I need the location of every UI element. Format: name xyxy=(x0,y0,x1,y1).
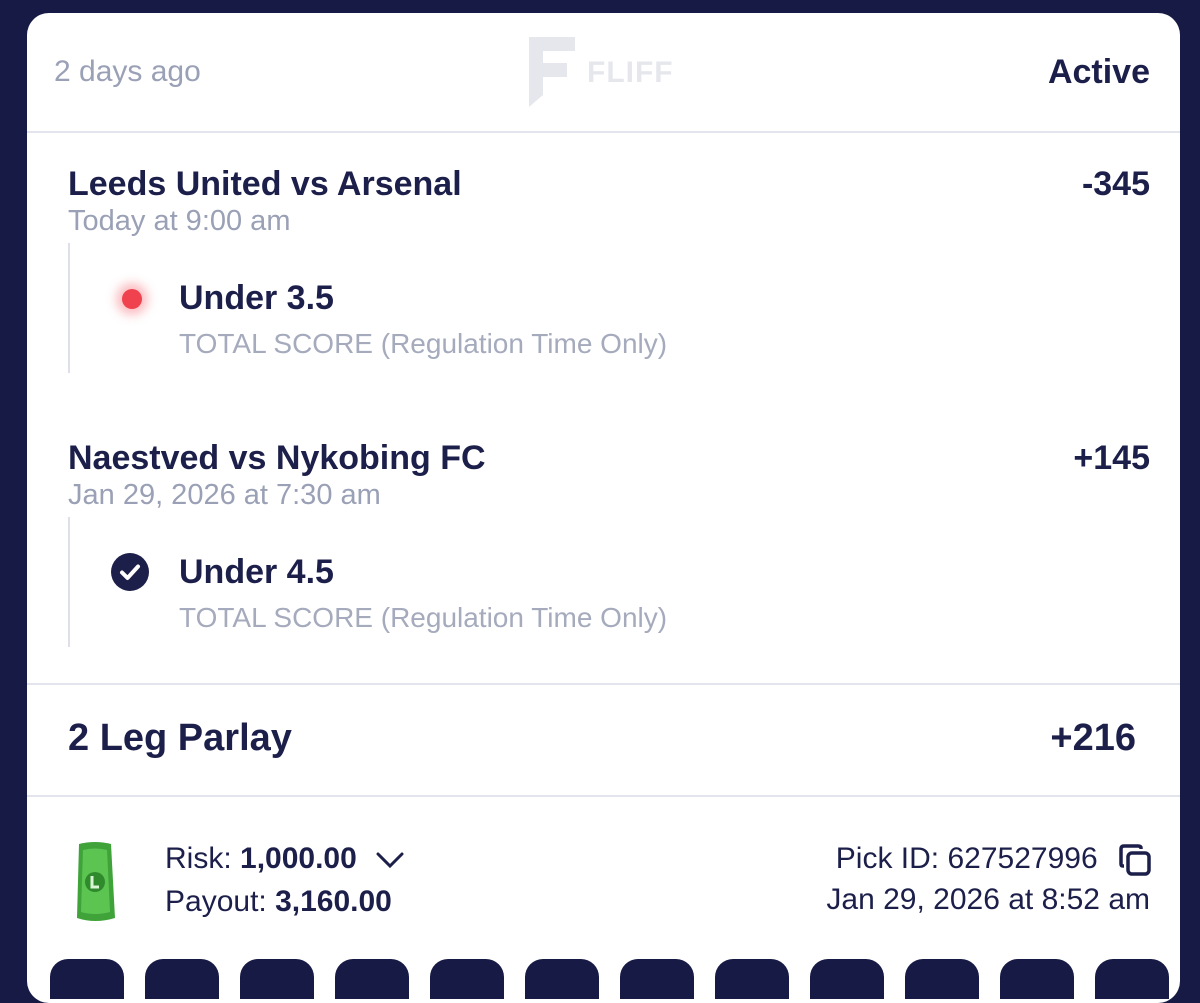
market-note: (Regulation Time Only) xyxy=(380,328,668,359)
ticket-perforation xyxy=(27,959,1180,1003)
pick-id-label: Pick ID: xyxy=(835,842,940,875)
payout-amount: 3,160.00 xyxy=(275,885,392,918)
risk-amount: 1,000.00 xyxy=(240,842,357,875)
market-note: (Regulation Time Only) xyxy=(380,602,668,633)
parlay-title: 2 Leg Parlay xyxy=(68,717,292,759)
risk-row[interactable]: Risk: 1,000.00 xyxy=(165,842,405,876)
risk-label: Risk: xyxy=(165,842,232,875)
placed-timestamp: Jan 29, 2026 at 8:52 am xyxy=(826,883,1150,916)
pick-selection: Under 3.5 xyxy=(179,279,334,317)
bet-slip-card: 2 days ago FLIFF Active Leeds United vs … xyxy=(27,13,1180,1003)
match-title: Naestved vs Nykobing FC xyxy=(68,439,486,477)
market-name: TOTAL SCORE xyxy=(179,328,373,359)
match-time: Jan 29, 2026 at 7:30 am xyxy=(68,479,381,511)
live-dot-icon xyxy=(122,289,142,309)
posted-time: 2 days ago xyxy=(54,55,201,88)
pick-id-value: 627527996 xyxy=(947,842,1098,875)
brand-wordmark: FLIFF xyxy=(587,56,674,89)
slip-header: 2 days ago FLIFF Active xyxy=(27,13,1180,133)
money-icon xyxy=(73,840,117,929)
leg-odds: -345 xyxy=(1081,165,1150,203)
leg-rail xyxy=(68,517,70,647)
leg-rail xyxy=(68,243,70,373)
pick-selection: Under 4.5 xyxy=(179,553,334,591)
copy-icon[interactable] xyxy=(1118,843,1152,877)
market-label: TOTAL SCORE (Regulation Time Only) xyxy=(179,328,667,360)
chevron-down-icon[interactable] xyxy=(375,851,405,869)
match-time: Today at 9:00 am xyxy=(68,205,291,237)
pick-id-row[interactable]: Pick ID: 627527996 xyxy=(836,842,1152,877)
payout-row: Payout: 3,160.00 xyxy=(165,885,392,919)
fliff-logo-icon xyxy=(529,37,575,107)
payout-label: Payout: xyxy=(165,885,267,918)
parlay-odds: +216 xyxy=(1050,717,1136,759)
match-title: Leeds United vs Arsenal xyxy=(68,165,462,203)
market-name: TOTAL SCORE xyxy=(179,602,373,633)
parlay-summary: 2 Leg Parlay +216 xyxy=(27,683,1180,797)
slip-status: Active xyxy=(1047,53,1150,91)
market-label: TOTAL SCORE (Regulation Time Only) xyxy=(179,602,667,634)
check-circle-icon xyxy=(111,553,149,591)
fliff-logo: FLIFF xyxy=(527,37,674,109)
leg-odds: +145 xyxy=(1073,439,1150,477)
